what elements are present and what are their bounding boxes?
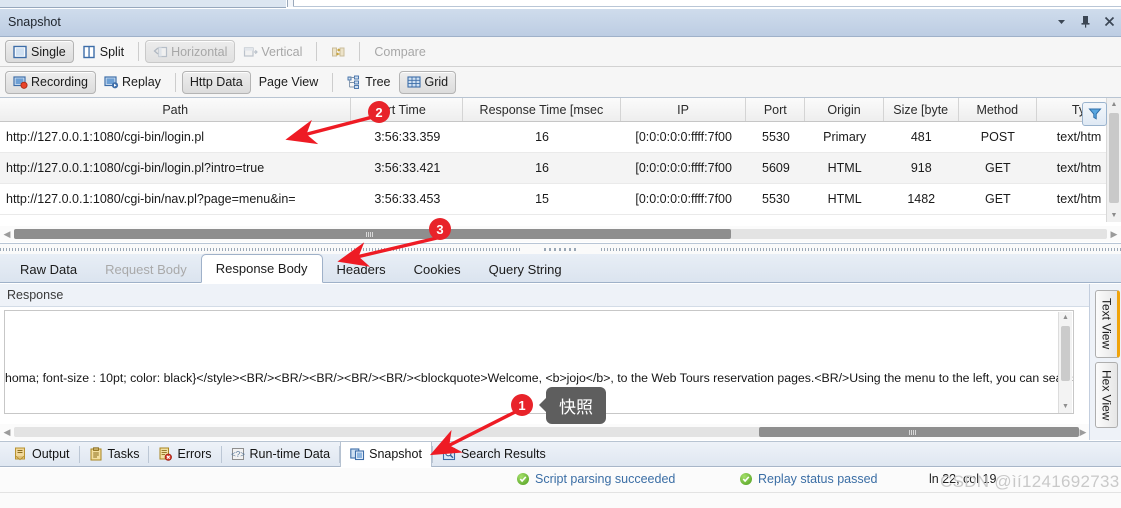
annotation-arrows xyxy=(285,111,526,456)
annotation-callout-1: 快照 xyxy=(539,387,606,424)
annotation-badge-2: 2 xyxy=(368,101,390,123)
annotation-badge-1: 1 xyxy=(511,394,533,416)
snapshot-window: Snapshot Single Split Horizontal Vertica… xyxy=(0,0,1121,508)
annotation-badge-3: 3 xyxy=(429,218,451,240)
